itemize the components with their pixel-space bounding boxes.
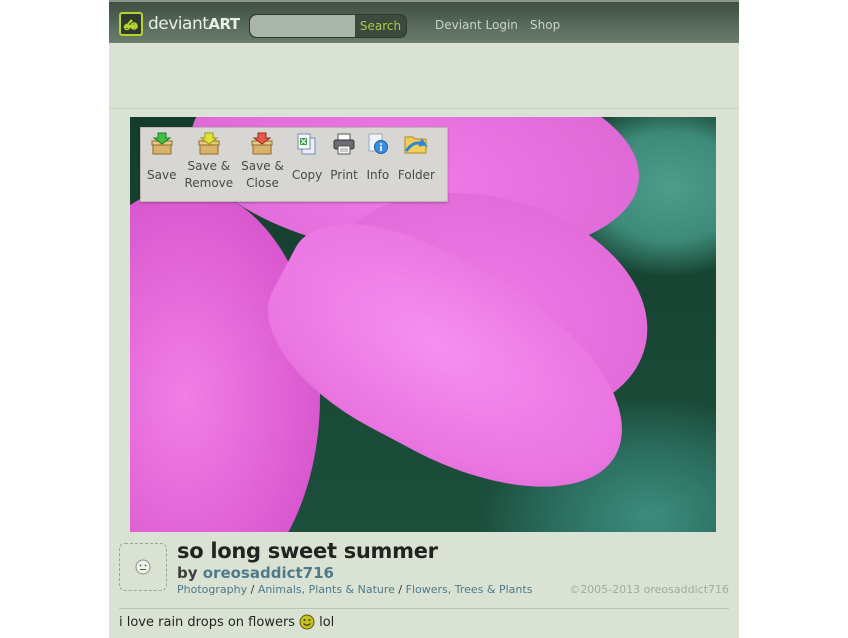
deviantart-logo-icon xyxy=(119,12,143,36)
save-toolbar: Save Save & Remove Save & Close Copy Pri… xyxy=(140,127,448,202)
category-link-animals-plants-nature[interactable]: Animals, Plants & Nature xyxy=(258,583,395,596)
default-avatar-face-icon xyxy=(135,559,151,575)
deviation-description: i love rain drops on flowers lol xyxy=(119,614,334,630)
print-button[interactable]: Print xyxy=(326,132,362,184)
byline: by oreosaddict716 xyxy=(177,564,334,582)
deviant-login-link[interactable]: Deviant Login xyxy=(435,18,518,32)
divider xyxy=(109,108,739,109)
search-input[interactable] xyxy=(250,15,355,37)
search-form: Search xyxy=(249,14,407,38)
folder-icon xyxy=(404,136,429,154)
logo-wordmark: deviantART xyxy=(148,14,240,34)
info-icon xyxy=(368,133,388,154)
description-text-end: lol xyxy=(319,614,335,630)
deviation-meta: so long sweet summer by oreosaddict716 P… xyxy=(119,539,729,603)
copy-button[interactable]: Copy xyxy=(288,132,326,184)
copyright-notice: ©2005-2013 oreosaddict716 xyxy=(569,583,729,596)
description-text: i love rain drops on flowers xyxy=(119,614,296,630)
info-button[interactable]: Info xyxy=(362,132,394,184)
box-green-arrow-icon xyxy=(151,132,173,155)
by-label: by xyxy=(177,564,198,582)
divider xyxy=(119,608,729,609)
copy-icon xyxy=(297,133,316,155)
breadcrumb-separator: / xyxy=(398,583,403,596)
top-navigation-bar: deviantART Search Deviant Login Shop xyxy=(109,0,739,43)
deviantart-logo[interactable]: deviantART xyxy=(119,11,240,37)
banner-area xyxy=(109,43,739,107)
box-yellow-arrow-icon xyxy=(198,132,220,155)
smiley-emoticon-icon xyxy=(299,614,315,630)
save-and-close-button[interactable]: Save & Close xyxy=(237,132,288,192)
folder-button[interactable]: Folder xyxy=(394,132,439,184)
save-and-remove-button[interactable]: Save & Remove xyxy=(180,132,237,192)
category-link-photography[interactable]: Photography xyxy=(177,583,247,596)
author-link[interactable]: oreosaddict716 xyxy=(203,564,334,582)
save-button[interactable]: Save xyxy=(143,132,180,184)
deviation-title: so long sweet summer xyxy=(177,539,438,563)
category-breadcrumb: Photography / Animals, Plants & Nature /… xyxy=(177,583,532,596)
box-red-arrow-icon xyxy=(251,132,273,155)
printer-icon xyxy=(333,133,355,155)
category-link-flowers-trees-plants[interactable]: Flowers, Trees & Plants xyxy=(406,583,533,596)
page-container: deviantART Search Deviant Login Shop so … xyxy=(109,0,739,638)
shop-link[interactable]: Shop xyxy=(530,18,560,32)
breadcrumb-separator: / xyxy=(250,583,255,596)
search-button[interactable]: Search xyxy=(355,15,406,37)
author-avatar[interactable] xyxy=(119,543,167,591)
